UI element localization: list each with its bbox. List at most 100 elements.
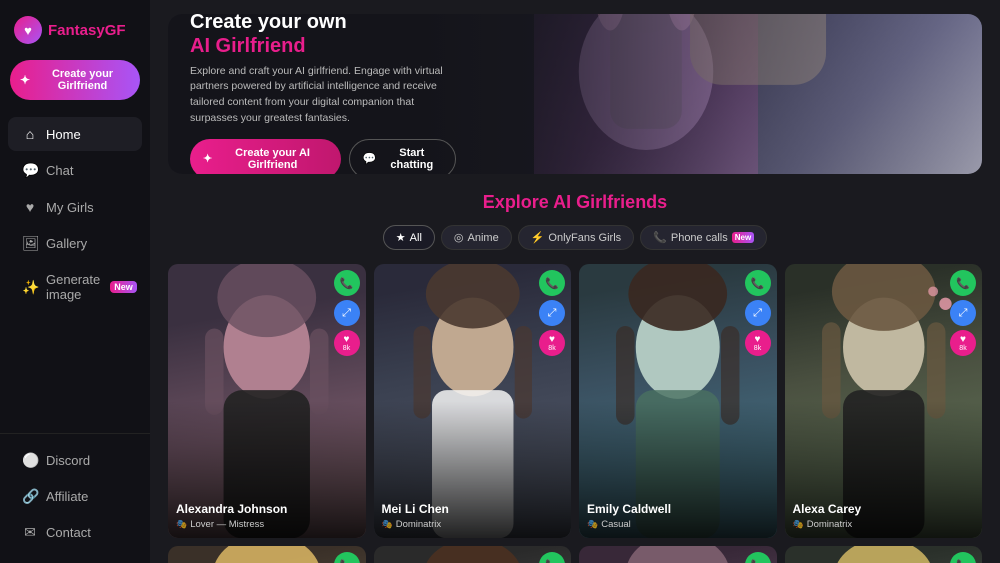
card-action-buttons: 📞 ⤢ ♥ 8k [539,270,565,356]
card-chat-button[interactable]: 📞 [334,552,360,563]
hero-action-buttons: ✦ Create your AI Girlfriend 💬 Start chat… [190,139,456,175]
create-ai-girlfriend-button[interactable]: ✦ Create your AI Girlfriend [190,139,341,175]
sidebar-item-discord[interactable]: ⚪ Discord [8,443,142,478]
card-action-buttons: 📞 ⤢ ♥ 8k [539,552,565,563]
wand-icon-btn: ✦ [203,152,212,165]
explore-section: Explore AI Girlfriends ★ All ◎ Anime ⚡ O… [168,192,982,563]
tag-icon: 🎭 [176,519,187,530]
create-girlfriend-button[interactable]: ✦ Create your Girlfriend [10,60,140,100]
card-tag: 🎭 Dominatrix [793,519,975,530]
bolt-icon: ⚡ [531,231,545,244]
card-expand-button[interactable]: ⤢ [745,300,771,326]
card-chat-button[interactable]: 📞 [950,270,976,296]
card-action-buttons: 📞 ⤢ ♥ 8k [745,552,771,563]
phone-call-icon: 📞 [545,559,559,563]
card-tag: 🎭 Dominatrix [382,519,564,530]
girlfriend-card-7[interactable]: 📞 ⤢ ♥ 8k [579,546,777,563]
card-action-buttons: 📞 ⤢ ♥ 8k [950,552,976,563]
card-expand-button[interactable]: ⤢ [539,300,565,326]
card-name: Mei Li Chen [382,502,564,516]
expand-icon: ⤢ [959,307,968,320]
sidebar-bottom: ⚪ Discord 🔗 Affiliate ✉ Contact [0,433,150,551]
sidebar-item-contact[interactable]: ✉ Contact [8,515,142,550]
sidebar-item-home[interactable]: ⌂ Home [8,117,142,151]
phone-call-icon: 📞 [340,277,354,290]
phone-call-icon: 📞 [751,277,765,290]
card-like-button[interactable]: ♥ 8k [334,330,360,356]
card-tag: 🎭 Lover — Mistress [176,519,358,530]
explore-title: Explore AI Girlfriends [168,192,982,213]
heart-icon: ♥ [755,335,761,345]
girlfriend-card-8[interactable]: 📞 ⤢ ♥ 8k [785,546,983,563]
new-badge: New [110,281,137,293]
card-name: Alexa Carey [793,502,975,516]
hero-banner: Create your own AI Girlfriend Explore an… [168,14,982,174]
contact-icon: ✉ [22,524,38,541]
expand-icon: ⤢ [548,307,557,320]
girlfriend-card-2[interactable]: 📞 ⤢ ♥ 8k Mei Li Chen 🎭 Dominatrix [374,264,572,538]
sidebar-item-affiliate[interactable]: 🔗 Affiliate [8,479,142,514]
card-tag: 🎭 Casual [587,519,769,530]
start-chatting-button[interactable]: 💬 Start chatting [349,139,456,175]
card-like-button[interactable]: ♥ 8k [539,330,565,356]
discord-icon: ⚪ [22,452,38,469]
card-info: Alexa Carey 🎭 Dominatrix [785,494,983,538]
wand-icon: ✦ [20,73,30,87]
sidebar-item-my-girls[interactable]: ♥ My Girls [8,190,142,224]
girlfriend-card-4[interactable]: 📞 ⤢ ♥ 8k Alexa Carey 🎭 Dominatrix [785,264,983,538]
sidebar-item-gallery[interactable]: 🖼 Gallery [8,226,142,261]
girlfriend-card-1[interactable]: 📞 ⤢ ♥ 8k Alexandra Johnson 🎭 Lover — Mis… [168,264,366,538]
card-expand-button[interactable]: ⤢ [334,300,360,326]
card-action-buttons: 📞 ⤢ ♥ 8k [334,270,360,356]
chat-icon: 💬 [22,162,38,179]
girlfriend-card-6[interactable]: 📞 ⤢ ♥ 8k [374,546,572,563]
main-content: Create your own AI Girlfriend Explore an… [150,0,1000,563]
card-action-buttons: 📞 ⤢ ♥ 8k [334,552,360,563]
card-info: Alexandra Johnson 🎭 Lover — Mistress [168,494,366,538]
filter-tab-anime[interactable]: ◎ Anime [441,225,512,250]
sidebar-item-chat[interactable]: 💬 Chat [8,153,142,188]
card-chat-button[interactable]: 📞 [745,552,771,563]
logo: ♥ FantasyGF [0,12,150,60]
card-like-button[interactable]: ♥ 8k [950,330,976,356]
hero-text-content: Create your own AI Girlfriend Explore an… [168,14,478,174]
filter-tab-onlyfans[interactable]: ⚡ OnlyFans Girls [518,225,634,250]
card-action-buttons: 📞 ⤢ ♥ 8k [950,270,976,356]
filter-tab-all[interactable]: ★ All [383,225,435,250]
star-icon: ★ [396,231,406,244]
heart-icon: ♥ [344,335,350,345]
heart-icon: ♥ [549,335,555,345]
sparkle-icon: ✨ [22,279,38,296]
card-chat-button[interactable]: 📞 [539,552,565,563]
heart-icon: ♥ [960,335,966,345]
card-like-button[interactable]: ♥ 8k [745,330,771,356]
card-chat-button[interactable]: 📞 [745,270,771,296]
chat-bubble-icon: 💬 [363,152,377,165]
card-name: Alexandra Johnson [176,502,358,516]
girlfriend-card-5[interactable]: 📞 ⤢ ♥ 8k [168,546,366,563]
home-icon: ⌂ [22,126,38,142]
card-expand-button[interactable]: ⤢ [950,300,976,326]
card-name: Emily Caldwell [587,502,769,516]
tag-icon: 🎭 [382,519,393,530]
phone-new-badge: New [732,232,754,243]
phone-call-icon: 📞 [956,277,970,290]
heart-icon: ♥ [22,199,38,215]
logo-icon: ♥ [14,16,42,44]
card-chat-button[interactable]: 📞 [950,552,976,563]
affiliate-icon: 🔗 [22,488,38,505]
girlfriend-card-3[interactable]: 📞 ⤢ ♥ 8k Emily Caldwell 🎭 Casual [579,264,777,538]
phone-icon: 📞 [653,231,667,244]
tag-icon: 🎭 [587,519,598,530]
expand-icon: ⤢ [342,307,351,320]
card-chat-button[interactable]: 📞 [334,270,360,296]
hero-title: Create your own AI Girlfriend [190,14,456,58]
filter-tab-phone[interactable]: 📞 Phone calls New [640,225,767,250]
card-action-buttons: 📞 ⤢ ♥ 8k [745,270,771,356]
phone-call-icon: 📞 [751,559,765,563]
sidebar: ♥ FantasyGF ✦ Create your Girlfriend ⌂ H… [0,0,150,563]
phone-call-icon: 📞 [545,277,559,290]
card-chat-button[interactable]: 📞 [539,270,565,296]
sidebar-item-generate[interactable]: ✨ Generate image New [8,263,142,311]
card-info: Mei Li Chen 🎭 Dominatrix [374,494,572,538]
